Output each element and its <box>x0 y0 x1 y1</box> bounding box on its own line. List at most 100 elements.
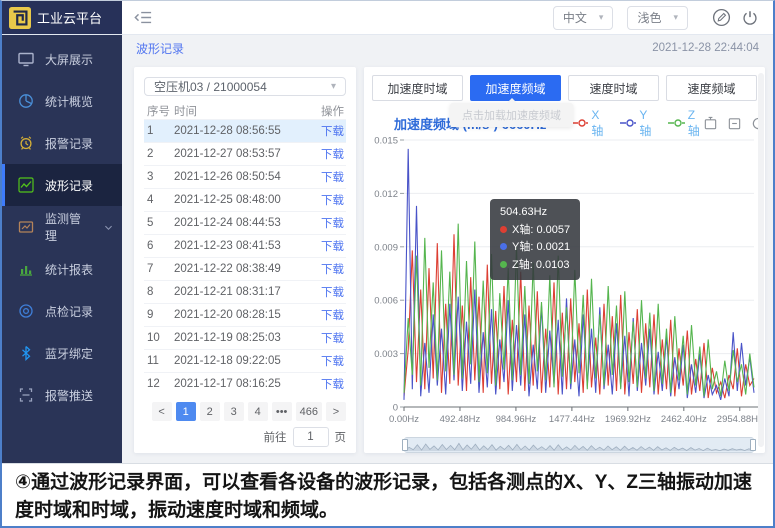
page-button-2[interactable]: 2 <box>200 402 220 421</box>
download-link[interactable]: 下载 <box>321 310 344 322</box>
tab-速度时域[interactable]: 速度时域 <box>568 75 659 101</box>
page-button-4[interactable]: 4 <box>248 402 268 421</box>
row-time: 2021-12-26 08:50:54 <box>174 171 314 183</box>
datazoom-slider[interactable] <box>404 437 754 453</box>
svg-text:0.015: 0.015 <box>374 136 398 147</box>
sidebar-item-点检记录[interactable]: 点检记录 <box>2 290 122 332</box>
table-row[interactable]: 112021-12-18 09:22:05 下载 <box>144 349 346 372</box>
row-time: 2021-12-28 08:56:55 <box>174 125 314 137</box>
datazoom-left-handle[interactable] <box>402 439 408 451</box>
page-button-1[interactable]: 1 <box>176 402 196 421</box>
column-header: 序号 <box>144 103 174 119</box>
brand-title: 工业云平台 <box>37 8 102 27</box>
download-link[interactable]: 下载 <box>321 379 344 391</box>
row-index: 11 <box>144 355 174 367</box>
download-link[interactable]: 下载 <box>321 264 344 276</box>
sidebar-item-label: 大屏展示 <box>45 51 93 68</box>
tooltip-row: Z轴: 0.0103 <box>500 257 570 275</box>
download-link[interactable]: 下载 <box>321 149 344 161</box>
table-row[interactable]: 22021-12-27 08:53:57下载 <box>144 142 346 165</box>
download-link[interactable]: 下载 <box>321 333 344 345</box>
row-index: 3 <box>144 171 174 183</box>
table-row[interactable]: 72021-12-22 08:38:49 下载 <box>144 257 346 280</box>
sidebar-item-大屏展示[interactable]: 大屏展示 <box>2 38 122 80</box>
legend-item-Z轴[interactable]: Z轴 <box>668 108 703 139</box>
brand-logo: 工业云平台 <box>2 1 122 34</box>
row-time: 2021-12-18 09:22:05 <box>174 355 314 367</box>
header-spacer <box>164 1 553 34</box>
breadcrumb[interactable]: 波形记录 <box>136 40 184 57</box>
page-ellipsis[interactable]: ••• <box>272 402 292 421</box>
language-select[interactable]: 中文 ▾ <box>553 6 614 30</box>
line-chart-icon <box>18 177 34 193</box>
table-row[interactable]: 52021-12-24 08:44:53下载 <box>144 211 346 234</box>
svg-text:2954.88Hz: 2954.88Hz <box>717 414 759 425</box>
device-select[interactable]: 空压机03 / 21000054 ▾ <box>144 77 346 96</box>
row-time: 2021-12-23 08:41:53 <box>174 240 314 252</box>
page-button-3[interactable]: 3 <box>224 402 244 421</box>
sidebar-item-label: 统计报表 <box>45 261 93 278</box>
collapse-menu-icon[interactable] <box>122 1 164 34</box>
row-index: 7 <box>144 263 174 275</box>
svg-text:984.96Hz: 984.96Hz <box>496 414 537 425</box>
sidebar-item-统计报表[interactable]: 统计报表 <box>2 248 122 290</box>
power-logout-icon[interactable] <box>741 9 759 27</box>
tab-加速度时域[interactable]: 加速度时域 <box>372 75 463 101</box>
download-link[interactable]: 下载 <box>321 195 344 207</box>
svg-text:0.006: 0.006 <box>374 296 398 307</box>
row-time: 2021-12-27 08:53:57 <box>174 148 314 160</box>
table-row[interactable]: 62021-12-23 08:41:53下载 <box>144 234 346 257</box>
table-row[interactable]: 122021-12-17 08:16:25下载 <box>144 372 346 395</box>
monitor-icon <box>18 51 34 67</box>
app-window: 工业云平台 中文 ▾ 浅色 ▾ 大屏展示统计概览报警记录波形记录监测管理统计报表… <box>0 0 775 528</box>
chart-canvas[interactable]: 00.0030.0060.0090.0120.0150.00Hz492.48Hz… <box>372 135 759 431</box>
prev-page-button[interactable]: < <box>152 402 172 421</box>
zoom-reset-icon[interactable] <box>727 116 742 131</box>
row-time: 2021-12-22 08:38:49 <box>174 263 314 275</box>
download-link[interactable]: 下载 <box>321 356 344 368</box>
tooltip-row: Y轴: 0.0021 <box>500 239 570 257</box>
sidebar-item-监测管理[interactable]: 监测管理 <box>2 206 122 248</box>
svg-text:1477.44Hz: 1477.44Hz <box>549 414 595 425</box>
sidebar-item-报警推送[interactable]: 报警推送 <box>2 374 122 416</box>
caption-text: ④通过波形记录界面，可以查看各设备的波形记录，包括各测点的X、Y、Z三轴振动加速… <box>2 463 773 526</box>
legend-item-Y轴[interactable]: Y轴 <box>620 108 655 139</box>
breadcrumb-bar: 波形记录 2021-12-28 22:44:04 <box>122 35 773 61</box>
download-link[interactable]: 下载 <box>321 241 344 253</box>
sidebar-item-波形记录[interactable]: 波形记录 <box>2 164 122 206</box>
legend-item-X轴[interactable]: X轴 <box>572 108 607 139</box>
page-button-466[interactable]: 466 <box>296 402 322 421</box>
next-page-button[interactable]: > <box>326 402 346 421</box>
sidebar-item-蓝牙绑定[interactable]: 蓝牙绑定 <box>2 332 122 374</box>
table-row[interactable]: 92021-12-20 08:28:15下载 <box>144 303 346 326</box>
edit-profile-icon[interactable] <box>712 8 731 27</box>
table-row[interactable]: 42021-12-25 08:48:00下载 <box>144 188 346 211</box>
sidebar-item-报警记录[interactable]: 报警记录 <box>2 122 122 164</box>
row-time: 2021-12-17 08:16:25 <box>174 378 314 390</box>
bar-chart-icon <box>18 261 34 277</box>
datazoom-right-handle[interactable] <box>750 439 756 451</box>
chart-area: 00.0030.0060.0090.0120.0150.00Hz492.48Hz… <box>372 135 757 453</box>
table-row[interactable]: 12021-12-28 08:56:55下载 <box>144 119 346 142</box>
chart-tooltip: 504.63Hz X轴: 0.0057Y轴: 0.0021Z轴: 0.0103 <box>490 199 580 280</box>
download-link[interactable]: 下载 <box>321 126 344 138</box>
theme-select[interactable]: 浅色 ▾ <box>627 6 688 30</box>
table-row[interactable]: 102021-12-19 08:25:03下载 <box>144 326 346 349</box>
restore-icon[interactable] <box>751 116 766 131</box>
row-time: 2021-12-25 08:48:00 <box>174 194 314 206</box>
download-link[interactable]: 下载 <box>321 287 344 299</box>
svg-text:0.009: 0.009 <box>374 242 398 253</box>
sidebar-item-统计概览[interactable]: 统计概览 <box>2 80 122 122</box>
monitor-manage-icon <box>18 219 34 235</box>
column-header: 时间 <box>174 103 314 119</box>
table-row[interactable]: 32021-12-26 08:50:54 下载 <box>144 165 346 188</box>
tab-速度频域[interactable]: 速度频域 <box>666 75 757 101</box>
download-link[interactable]: 下载 <box>321 172 344 184</box>
table-row[interactable]: 82021-12-21 08:31:17下载 <box>144 280 346 303</box>
row-index: 9 <box>144 309 174 321</box>
download-link[interactable]: 下载 <box>321 218 344 230</box>
zoom-select-icon[interactable] <box>703 116 718 131</box>
goto-page-input[interactable] <box>293 427 329 447</box>
legend-marker-icon <box>620 118 636 128</box>
theme-value: 浅色 <box>637 9 661 26</box>
